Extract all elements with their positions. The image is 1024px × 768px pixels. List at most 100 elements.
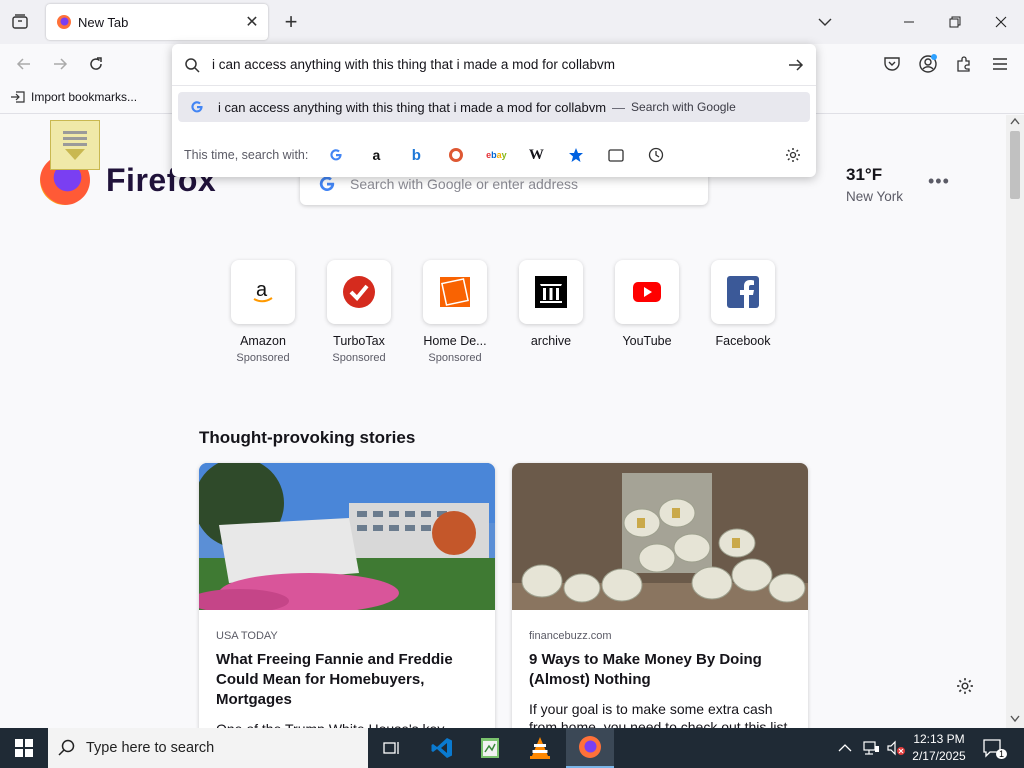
go-button[interactable] [776,58,816,72]
pocket-button[interactable] [878,50,906,78]
google-icon [330,149,342,161]
scroll-down-icon[interactable] [1010,715,1020,723]
scrollbar-thumb[interactable] [1010,131,1020,199]
shortcut-turbotax[interactable]: TurboTax Sponsored [326,260,392,364]
minimize-button[interactable] [886,0,932,44]
engines-label: This time, search with: [184,148,309,162]
bookmarks-search-button[interactable] [562,142,590,168]
windows-logo-icon [15,739,33,757]
download-icon[interactable] [50,120,100,170]
account-icon [919,54,937,73]
story-description: One of the Trump White House's key [216,720,478,728]
bing-engine-button[interactable]: b [402,142,430,168]
newtab-search-placeholder: Search with Google or enter address [350,176,579,192]
taskbar-search-placeholder: Type here to search [86,740,215,756]
history-search-button[interactable] [642,142,670,168]
notepad-taskbar-button[interactable] [466,728,514,768]
bing-icon: b [411,146,421,164]
duckduckgo-engine-button[interactable] [442,142,470,168]
shortcut-amazon[interactable]: a Amazon Sponsored [230,260,296,364]
story-body: financebuzz.com 9 Ways to Make Money By … [512,610,808,728]
story-image [512,463,808,610]
suggestion-text: i can access anything with this thing th… [218,99,607,115]
weather-city: New York [846,189,904,204]
chevron-up-icon [838,744,852,752]
taskbar-search-box[interactable]: Type here to search [48,728,368,768]
story-source: USA TODAY [216,630,278,642]
stories-heading: Thought-provoking stories [199,428,416,447]
google-engine-button[interactable] [322,142,350,168]
tab-new-tab[interactable]: New Tab ✕ [46,4,268,40]
tab-strip: New Tab ✕ + [0,0,1024,44]
weather-widget[interactable]: 31°F New York [846,165,903,204]
notepad-icon [481,738,499,758]
shortcut-name: archive [530,334,572,348]
story-headline: What Freeing Fannie and Freddie Could Me… [216,651,453,708]
tab-title: New Tab [78,14,129,30]
import-bookmarks-label: Import bookmarks... [31,90,138,104]
new-tab-button[interactable]: + [278,8,304,36]
minimize-icon [904,21,914,23]
search-suggestion-row[interactable]: i can access anything with this thing th… [178,92,810,122]
task-view-button[interactable] [368,728,416,768]
story-card[interactable]: USA TODAY What Freeing Fannie and Freddi… [199,463,495,728]
shortcut-home-depot[interactable]: Home De... Sponsored [422,260,488,364]
story-card[interactable]: financebuzz.com 9 Ways to Make Money By … [512,463,808,728]
urlbar-dropdown: i can access anything with this thing th… [172,44,816,177]
shortcut-youtube[interactable]: YouTube [614,260,680,364]
weather-menu-icon[interactable]: ••• [928,171,950,192]
suggestion-separator: — [612,99,626,115]
story-description: If your goal is to make some extra cash … [529,701,788,728]
gear-icon [786,148,800,162]
restore-icon [949,16,961,28]
story-body: USA TODAY What Freeing Fannie and Freddi… [199,610,495,728]
firefox-taskbar-button[interactable] [566,728,614,768]
home-depot-icon [440,277,470,307]
back-button[interactable] [10,50,38,78]
address-bar-input[interactable] [212,57,776,72]
svg-text:a: a [256,279,268,301]
shortcut-name: TurboTax [333,334,385,348]
personalize-button[interactable] [956,677,974,698]
show-hidden-icons-button[interactable] [838,728,852,768]
notification-count: 1 [996,749,1008,759]
clock-date: 2/17/2025 [912,749,966,763]
reload-button[interactable] [82,50,110,78]
import-bookmarks-button[interactable]: Import bookmarks... [10,90,137,104]
network-status-button[interactable] [862,728,880,768]
arrow-right-icon [789,58,804,71]
tab-list-icon [12,14,28,29]
youtube-icon [633,282,661,302]
amazon-engine-button[interactable]: a [362,142,390,168]
amazon-icon: a [372,147,381,163]
list-all-tabs-button[interactable] [802,0,848,44]
system-clock[interactable]: 12:13 PM 2/17/2025 [900,731,978,765]
forward-button[interactable] [46,50,74,78]
start-button[interactable] [0,728,48,768]
ebay-engine-button[interactable]: ebay [482,142,510,168]
gear-icon [957,678,973,694]
close-window-button[interactable] [978,0,1024,44]
story-headline: 9 Ways to Make Money By Doing (Almost) N… [529,651,762,688]
extensions-button[interactable] [950,50,978,78]
scroll-up-icon[interactable] [1010,117,1020,125]
search-settings-button[interactable] [780,142,806,168]
story-image [199,463,495,610]
restore-button[interactable] [932,0,978,44]
shortcut-name: Home De... [423,334,487,348]
firefox-favicon-icon [57,15,71,29]
shortcut-sponsored: Sponsored [332,352,386,364]
tab-close-icon[interactable]: ✕ [240,10,264,34]
shortcut-archive[interactable]: archive [518,260,584,364]
clock-icon [649,147,664,163]
vscode-taskbar-button[interactable] [418,728,466,768]
app-menu-button[interactable] [986,50,1014,78]
tab-list-button[interactable] [6,8,34,36]
shortcut-facebook[interactable]: Facebook [710,260,776,364]
account-button[interactable] [914,50,942,78]
vertical-scrollbar[interactable] [1006,115,1024,728]
vlc-taskbar-button[interactable] [516,728,564,768]
tabs-search-button[interactable] [602,142,630,168]
wikipedia-engine-button[interactable]: W [522,142,550,168]
notifications-button[interactable]: 1 [982,728,1008,768]
